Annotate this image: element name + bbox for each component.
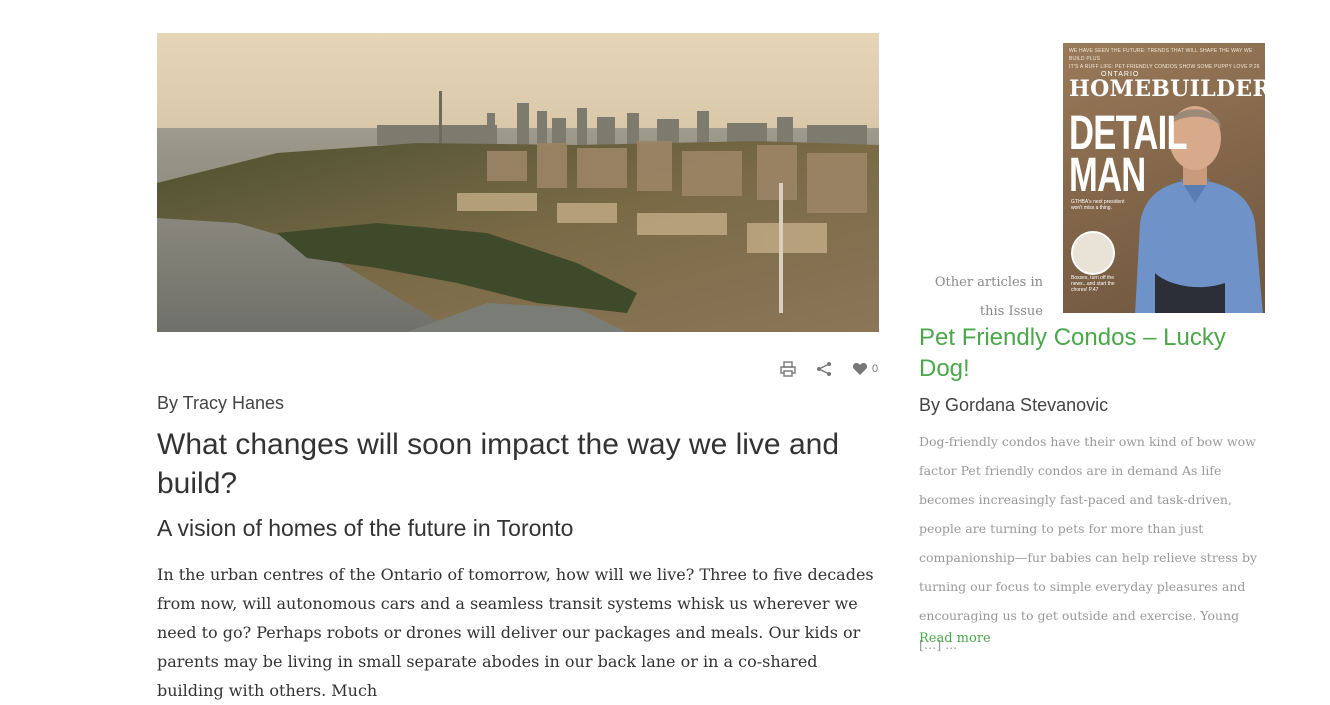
hero-image	[157, 33, 879, 332]
cover-inset-caption: Bosses, turn off the news...and start th…	[1071, 275, 1115, 293]
heart-icon[interactable]	[850, 359, 870, 379]
article-actions: 0	[778, 358, 882, 380]
city-illustration	[157, 33, 879, 332]
cover-teaser-1: WE HAVE SEEN THE FUTURE: TRENDS THAT WIL…	[1069, 48, 1253, 62]
cover-headline-line2: MAN	[1069, 149, 1146, 202]
other-articles-label-line1: Other articles in	[934, 275, 1043, 290]
like-count: 0	[872, 363, 879, 375]
related-article-author: By Gordana Stevanovic	[919, 395, 1109, 415]
article-title: What changes will soon impact the way we…	[157, 428, 840, 500]
cover-blurb: GTHBA's next president won't miss a thin…	[1071, 199, 1125, 211]
cover-teasers: WE HAVE SEEN THE FUTURE: TRENDS THAT WIL…	[1069, 47, 1265, 71]
read-more-link[interactable]: Read more	[919, 631, 991, 646]
article-body: In the urban centres of the Ontario of t…	[157, 565, 874, 700]
article-subtitle: A vision of homes of the future in Toron…	[157, 515, 574, 541]
share-icon[interactable]	[814, 359, 834, 379]
cover-teaser-2: IT'S A RUFF LIFE: PET-FRIENDLY CONDOS SH…	[1069, 64, 1260, 70]
print-icon[interactable]	[778, 359, 798, 379]
related-article-title-link[interactable]: Pet Friendly Condos – Lucky Dog!	[919, 322, 1279, 384]
magazine-cover[interactable]: WE HAVE SEEN THE FUTURE: TRENDS THAT WIL…	[1063, 43, 1265, 313]
cover-headline: DETAIL MAN	[1069, 110, 1188, 202]
other-articles-label: Other articles in this Issue	[930, 268, 1043, 326]
article-author: By Tracy Hanes	[157, 393, 285, 413]
cover-inset-image	[1071, 231, 1115, 275]
related-article-excerpt: Dog-friendly condos have their own kind …	[919, 434, 1258, 652]
